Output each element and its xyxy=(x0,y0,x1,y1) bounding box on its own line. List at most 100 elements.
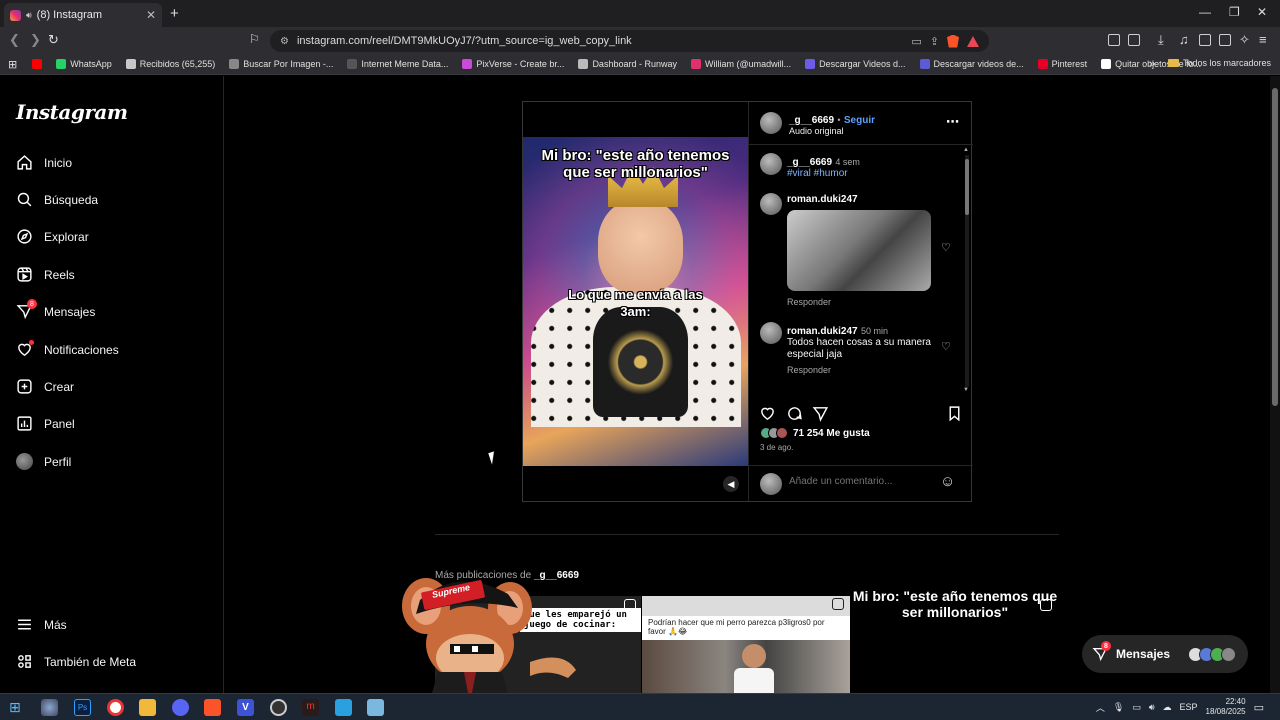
share-icon[interactable] xyxy=(812,405,829,422)
reply-link[interactable]: Responder xyxy=(787,365,831,375)
bookmark-item[interactable]: William (@umadwill... xyxy=(684,59,798,69)
follow-button[interactable]: Seguir xyxy=(844,115,875,126)
volume-icon[interactable]: 🔊︎ xyxy=(1149,702,1155,713)
likes-count[interactable]: 71 254 Me gusta xyxy=(793,428,870,439)
app-icon[interactable] xyxy=(41,699,58,716)
more-post-thumbnail[interactable]: Mi bro: "este año tenemos que ser millon… xyxy=(851,586,1059,693)
comment-username[interactable]: roman.duki247 xyxy=(787,326,858,337)
nav-notificaciones[interactable]: Notificaciones xyxy=(16,340,119,358)
nav-inicio[interactable]: Inicio xyxy=(16,154,72,171)
nav-busqueda[interactable]: Búsqueda xyxy=(16,191,98,208)
post-date[interactable]: 3 de ago. xyxy=(760,443,793,452)
forward-icon[interactable]: ❯ xyxy=(30,32,41,48)
network-icon[interactable]: ▭ xyxy=(1132,702,1141,713)
nav-panel[interactable]: Panel xyxy=(16,415,75,432)
app-m-icon[interactable]: m xyxy=(302,699,319,716)
add-comment-input[interactable] xyxy=(789,476,929,487)
app-icon[interactable] xyxy=(335,699,352,716)
instagram-logo[interactable]: Instagram xyxy=(16,100,128,124)
caption-avatar[interactable] xyxy=(760,153,782,175)
nav-tambien-de-meta[interactable]: También de Meta xyxy=(16,653,136,670)
author-avatar[interactable] xyxy=(760,112,782,134)
bookmark-item[interactable]: Dashboard - Runway xyxy=(571,59,684,69)
file-explorer-icon[interactable] xyxy=(139,699,156,716)
brave-rewards-icon[interactable] xyxy=(967,35,979,47)
more-options-icon[interactable]: ⋯ xyxy=(946,114,959,130)
share-icon[interactable]: ⇪ xyxy=(930,35,939,48)
scroll-down-icon[interactable]: ▼ xyxy=(963,387,969,393)
address-bar[interactable]: ⚙ instagram.com/reel/DMT9MkUOyJ7/?utm_so… xyxy=(270,30,989,52)
nav-reels[interactable]: Reels xyxy=(16,266,75,283)
bookmark-item[interactable]: Descargar videos de... xyxy=(913,59,1031,69)
restore-icon[interactable]: ❐ xyxy=(1229,5,1240,19)
menu-icon[interactable]: ≡ xyxy=(1259,32,1267,47)
record-icon[interactable] xyxy=(107,699,124,716)
more-post-thumbnail[interactable]: Podrían hacer que mi perro parezca p3lig… xyxy=(642,596,850,693)
onedrive-icon[interactable]: ☁ xyxy=(1163,702,1172,713)
comment-avatar[interactable] xyxy=(760,193,782,215)
likes-row[interactable]: 71 254 Me gusta xyxy=(760,427,870,439)
comment-avatar[interactable] xyxy=(760,322,782,344)
close-window-icon[interactable]: ✕ xyxy=(1257,5,1267,19)
save-icon[interactable] xyxy=(946,405,963,422)
volume-icon[interactable]: ◀︎ xyxy=(723,476,739,492)
reload-icon[interactable]: ↻ xyxy=(48,32,59,48)
bookmark-item[interactable]: Internet Meme Data... xyxy=(340,59,455,69)
apps-grid-icon[interactable]: ⊞ xyxy=(0,58,25,71)
bookmark-item[interactable]: Pinterest xyxy=(1031,59,1095,69)
comment-username[interactable]: roman.duki247 xyxy=(787,194,858,205)
bookmark-item[interactable] xyxy=(25,59,49,69)
nav-mas[interactable]: Más xyxy=(16,616,67,633)
music-icon[interactable]: ♫ xyxy=(1179,32,1189,47)
bookmark-item[interactable]: PixVerse - Create br... xyxy=(455,59,571,69)
bookmark-item[interactable]: WhatsApp xyxy=(49,59,119,69)
close-tab-icon[interactable]: ✕ xyxy=(146,8,156,22)
like-comment-icon[interactable]: ♡ xyxy=(941,340,951,353)
app-icon[interactable] xyxy=(367,699,384,716)
brave-browser-icon[interactable] xyxy=(204,699,221,716)
windows-start-icon[interactable]: ⊞ xyxy=(9,699,21,716)
brave-shields-icon[interactable] xyxy=(947,34,959,48)
language-indicator[interactable]: ESP xyxy=(1180,702,1198,712)
bookmark-item[interactable]: Recibidos (65,255) xyxy=(119,59,223,69)
bookmark-item[interactable]: Descargar Videos d... xyxy=(798,59,912,69)
minimize-icon[interactable]: — xyxy=(1199,5,1211,19)
speaker-icon[interactable]: 🔊︎ xyxy=(26,10,32,21)
page-scrollbar[interactable] xyxy=(1270,76,1280,693)
nav-explorar[interactable]: Explorar xyxy=(16,228,89,245)
more-bookmarks-icon[interactable]: » xyxy=(1149,58,1155,70)
nav-crear[interactable]: Crear xyxy=(16,378,74,395)
notifications-icon[interactable]: ▭ xyxy=(1254,701,1264,714)
reply-link[interactable]: Responder xyxy=(787,297,831,307)
download-icon[interactable]: ⤓ xyxy=(1158,32,1164,48)
scroll-up-icon[interactable]: ▲ xyxy=(963,147,969,153)
comments-scrollbar[interactable]: ▲ ▼ xyxy=(963,147,971,394)
bookmarks-folder[interactable]: Todos los marcadores xyxy=(1167,58,1271,68)
author-username[interactable]: _g__6669 xyxy=(789,115,834,126)
like-comment-icon[interactable]: ♡ xyxy=(941,241,951,254)
discord-icon[interactable] xyxy=(172,699,189,716)
wallet-icon[interactable] xyxy=(1219,34,1231,46)
sidebar-panel-icon[interactable] xyxy=(1128,34,1140,46)
nav-mensajes[interactable]: 8 Mensajes xyxy=(16,299,95,320)
browser-tab-instagram[interactable]: 🔊︎ (8) Instagram ✕ xyxy=(4,3,162,27)
cast-icon[interactable]: ▭ xyxy=(911,35,921,48)
new-tab-icon[interactable]: + xyxy=(170,5,179,22)
emoji-icon[interactable]: ☺ xyxy=(940,473,955,490)
split-view-icon[interactable] xyxy=(1199,34,1211,46)
messages-pill[interactable]: 8 Mensajes xyxy=(1082,635,1248,673)
extensions-icon[interactable] xyxy=(1108,34,1120,46)
photoshop-icon[interactable]: Ps xyxy=(74,699,91,716)
bookmark-icon[interactable]: ⚐ xyxy=(249,32,260,46)
tray-expand-icon[interactable]: ︿ xyxy=(1096,701,1105,714)
obs-icon[interactable] xyxy=(270,699,287,716)
clock[interactable]: 22:40 18/08/2025 xyxy=(1206,697,1246,717)
url-text[interactable]: instagram.com/reel/DMT9MkUOyJ7/?utm_sour… xyxy=(297,35,903,47)
caption-username[interactable]: _g__6669 xyxy=(787,157,832,168)
comment-image[interactable] xyxy=(787,210,931,291)
audio-label[interactable]: Audio original xyxy=(789,126,875,136)
nav-perfil[interactable]: Perfil xyxy=(16,453,71,470)
bookmark-item[interactable]: Buscar Por Imagen -... xyxy=(222,59,340,69)
vegas-icon[interactable]: V xyxy=(237,699,254,716)
like-icon[interactable] xyxy=(759,405,776,422)
